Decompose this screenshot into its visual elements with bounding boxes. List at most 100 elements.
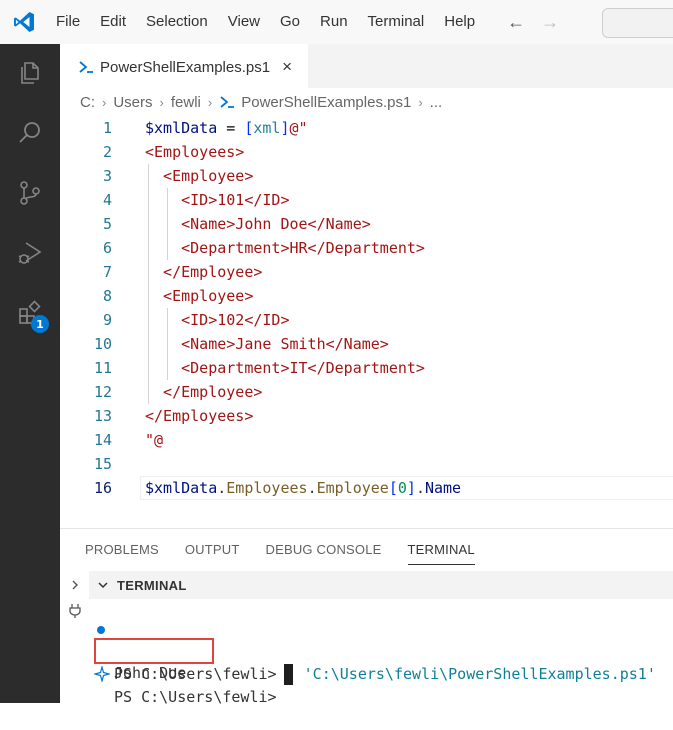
menu-go[interactable]: Go [270, 0, 310, 44]
command-status-dot-icon[interactable] [97, 626, 105, 634]
code-token: <Department>HR</Department> [145, 239, 425, 257]
code-line[interactable]: 15 [60, 452, 673, 476]
code-text: </Employees> [145, 404, 253, 428]
breadcrumb-fewli[interactable]: fewli [171, 94, 201, 111]
line-number: 5 [102, 215, 112, 233]
menu-file[interactable]: File [46, 0, 90, 44]
command-center-search[interactable] [602, 8, 673, 38]
code-text: <Employee> [145, 284, 253, 308]
code-text: </Employee> [145, 260, 262, 284]
line-number: 4 [102, 191, 112, 209]
chevron-down-icon[interactable] [97, 579, 111, 591]
code-token: Employees [226, 479, 308, 497]
tab-powershell-examples[interactable]: PowerShellExamples.ps1 × [60, 44, 308, 89]
breadcrumb-drive[interactable]: C: [80, 94, 95, 111]
code-token: <ID>101</ID> [145, 191, 290, 209]
code-line[interactable]: 1 $xmlData = [xml]@" [60, 116, 673, 140]
code-line[interactable]: 9 <ID>102</ID> [60, 308, 673, 332]
line-number: 10 [93, 335, 112, 353]
panel-side-bar [60, 571, 90, 703]
code-token: <ID>102</ID> [145, 311, 290, 329]
terminal-section-header[interactable]: TERMINAL [89, 571, 673, 599]
code-token: ] [280, 119, 290, 137]
code-token: <Name>John Doe</Name> [145, 215, 371, 233]
code-line[interactable]: 7 </Employee> [60, 260, 673, 284]
code-token: ] [406, 479, 416, 497]
code-token: </Employee> [145, 383, 263, 401]
breadcrumb-more[interactable]: ... [430, 94, 443, 111]
explorer-icon[interactable] [15, 58, 45, 88]
code-line[interactable]: 16 $xmlData.Employees.Employee[0].Name [60, 476, 673, 500]
menu-edit[interactable]: Edit [90, 0, 136, 44]
line-number: 16 [93, 479, 112, 497]
source-control-icon[interactable] [15, 178, 45, 208]
terminal-view[interactable]: PS C:\Users\fewli> . 'C:\Users\fewli\Pow… [89, 599, 673, 706]
code-text: "@ [145, 428, 163, 452]
code-token: . [415, 479, 425, 497]
plug-icon[interactable] [67, 603, 83, 619]
line-number: 9 [102, 311, 112, 329]
code-text: $xmlData = [xml]@" [145, 116, 308, 140]
code-token: "@ [145, 431, 164, 449]
line-number: 6 [102, 239, 112, 257]
activity-bar: 1 [0, 44, 60, 703]
tab-label: PowerShellExamples.ps1 [100, 58, 271, 76]
code-line[interactable]: 3 <Employee> [60, 164, 673, 188]
line-number: 11 [93, 359, 112, 377]
menu-selection[interactable]: Selection [136, 0, 218, 44]
breadcrumb-file[interactable]: PowerShellExamples.ps1 [241, 94, 411, 111]
code-token: </Employee> [145, 263, 263, 281]
panel-tabs: PROBLEMS OUTPUT DEBUG CONSOLE TERMINAL [60, 529, 673, 571]
code-token: <Employees> [145, 143, 245, 161]
line-number: 13 [93, 407, 112, 425]
terminal-line: PS C:\Users\fewli> [89, 664, 277, 706]
powershell-file-icon [219, 94, 235, 110]
menu-view[interactable]: View [218, 0, 270, 44]
line-number: 2 [102, 143, 112, 161]
tab-close-icon[interactable]: × [282, 57, 292, 77]
run-debug-icon[interactable] [15, 238, 45, 268]
code-line[interactable]: 10 <Name>Jane Smith</Name> [60, 332, 673, 356]
code-token: . [217, 479, 227, 497]
extensions-badge: 1 [31, 315, 49, 333]
vscode-logo-icon[interactable] [10, 8, 38, 36]
code-text: <Department>IT</Department> [145, 356, 425, 380]
code-token: <Employee> [145, 287, 254, 305]
line-number: 7 [102, 263, 112, 281]
menu-run[interactable]: Run [310, 0, 358, 44]
tab-terminal[interactable]: TERMINAL [395, 529, 488, 571]
chevron-right-icon[interactable] [67, 577, 83, 593]
code-token: $xmlData [145, 479, 218, 497]
tab-output[interactable]: OUTPUT [172, 529, 253, 571]
code-line[interactable]: 5 <Name>John Doe</Name> [60, 212, 673, 236]
code-line[interactable]: 4 <ID>101</ID> [60, 188, 673, 212]
forward-arrow-icon[interactable]: → [533, 12, 567, 33]
code-text: </Employee> [145, 380, 262, 404]
tab-debug-console[interactable]: DEBUG CONSOLE [253, 529, 395, 571]
code-line[interactable]: 14 "@ [60, 428, 673, 452]
code-token: @" [289, 119, 308, 137]
code-editor[interactable]: 1 $xmlData = [xml]@" 2 <Employees> 3 <Employ… [60, 116, 673, 528]
editor-tab-bar: PowerShellExamples.ps1 × [60, 44, 673, 89]
code-line[interactable]: 8 <Employee> [60, 284, 673, 308]
breadcrumb-separator-icon: › [102, 94, 107, 110]
code-token: xml [253, 119, 281, 137]
menu-help[interactable]: Help [434, 0, 485, 44]
breadcrumb-separator-icon: › [207, 94, 213, 110]
search-icon[interactable] [15, 118, 45, 148]
code-line[interactable]: 13 </Employees> [60, 404, 673, 428]
terminal-prompt: PS C:\Users\fewli> [114, 688, 286, 706]
code-text: <ID>102</ID> [145, 308, 290, 332]
code-line[interactable]: 11 <Department>IT</Department> [60, 356, 673, 380]
menu-terminal[interactable]: Terminal [358, 0, 435, 44]
breadcrumb-users[interactable]: Users [113, 94, 152, 111]
tab-problems[interactable]: PROBLEMS [72, 529, 172, 571]
code-text: <Name>Jane Smith</Name> [145, 332, 389, 356]
code-token: <Department>IT</Department> [145, 359, 425, 377]
code-line[interactable]: 2 <Employees> [60, 140, 673, 164]
line-number: 3 [102, 167, 112, 185]
title-bar: File Edit Selection View Go Run Terminal… [0, 0, 673, 44]
code-line[interactable]: 6 <Department>HR</Department> [60, 236, 673, 260]
code-line[interactable]: 12 </Employee> [60, 380, 673, 404]
back-arrow-icon[interactable]: ← [499, 12, 533, 33]
